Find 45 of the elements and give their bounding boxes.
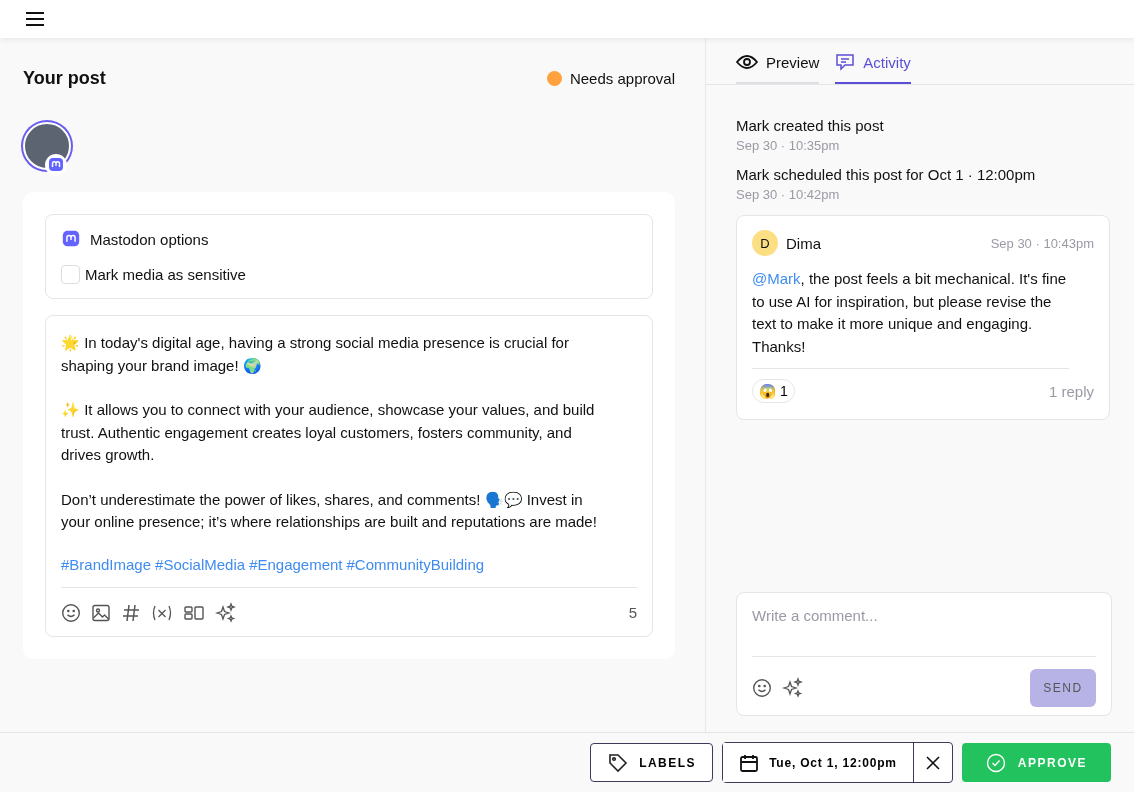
tag-icon (607, 751, 630, 774)
post-title: Your post (23, 68, 106, 89)
image-icon[interactable] (91, 602, 111, 623)
status-label: Needs approval (569, 70, 675, 87)
tab[interactable]: Preview (736, 38, 820, 84)
hashtag-icon[interactable] (121, 602, 141, 623)
post-paragraph: 🌟 In today's digital age, having a strong social media presence is crucial for shaping your brand image! 🌍 (61, 333, 570, 376)
sparkles-icon[interactable] (215, 601, 237, 624)
mastodon-icon (45, 154, 67, 176)
tab[interactable]: Activity (835, 38, 911, 84)
comment-text: @Mark, the post feels a bit mechanical. It's fine to use AI for inspiration, but please revise the text to make it more unique and engaging. Thanks! (752, 268, 1069, 369)
hashtag-link[interactable]: #Engagement (249, 555, 343, 573)
calendar-icon (739, 752, 760, 773)
hashtag-link[interactable]: #CommunityBuilding (346, 555, 485, 573)
activity-text: Mark scheduled this post for Oct 1 · 12:00pm (736, 166, 1037, 183)
character-count: 5 (628, 604, 637, 621)
emoji-icon[interactable] (752, 678, 772, 698)
checkbox-label: Mark media as sensitive (85, 266, 246, 283)
comment-time: Sep 30 · 10:43pm (990, 235, 1094, 251)
close-icon (925, 755, 940, 770)
hashtag-link[interactable]: #BrandImage (61, 555, 152, 573)
checkbox[interactable] (61, 265, 80, 284)
menu-icon[interactable] (26, 12, 44, 26)
mastodon-icon (61, 229, 81, 249)
hashtag-link[interactable]: #SocialMedia (155, 555, 246, 573)
chat-icon (835, 52, 856, 72)
post-editor[interactable] (45, 315, 653, 637)
emoji-icon[interactable] (61, 602, 81, 623)
approve-button[interactable]: APPROVE (961, 743, 1111, 782)
activity-text: Mark created this post (736, 117, 885, 134)
sparkles-icon[interactable] (782, 677, 804, 699)
options-title: Mastodon options (90, 230, 209, 248)
eye-icon (736, 54, 758, 70)
date-button[interactable]: Tue, Oct 1, 12:00pm (723, 743, 914, 782)
reaction-button[interactable]: 😱 1 (752, 379, 795, 403)
activity-time: Sep 30 · 10:42pm (736, 187, 841, 202)
author-avatar: D (752, 230, 778, 256)
post-paragraph: ✨ It allows you to connect with your audience, showcase your values, and build trust. Authentic engagement creates loyal customers, fosters community, and drives growth. (61, 400, 596, 465)
comment-author: Dima (786, 234, 821, 252)
labels-button[interactable]: LABELS (590, 743, 714, 782)
mention-link[interactable]: @Mark (752, 270, 801, 287)
activity-time: Sep 30 · 10:35pm (736, 138, 841, 153)
replies-link[interactable]: 1 reply (1048, 382, 1094, 400)
check-circle-icon (985, 752, 1006, 773)
post-paragraph: Don’t underestimate the power of likes, shares, and comments! 🗣💬 Invest in your online presence; it’s where relationships are built and reputations are made! (61, 489, 598, 532)
